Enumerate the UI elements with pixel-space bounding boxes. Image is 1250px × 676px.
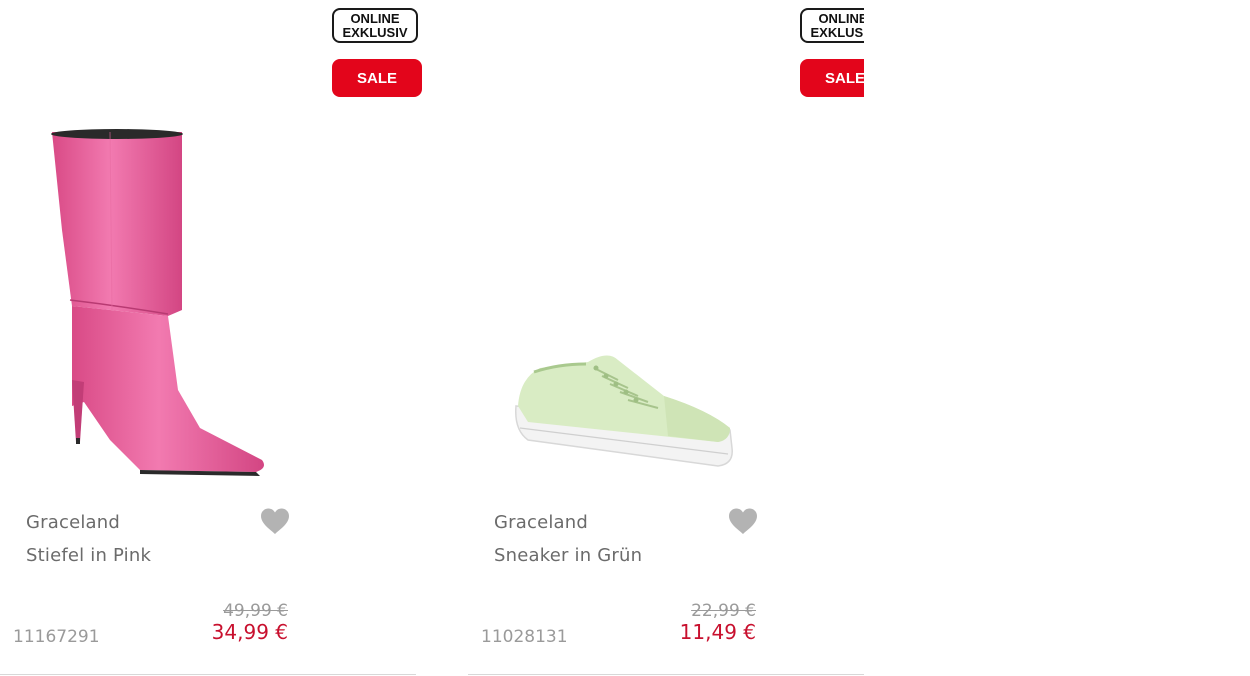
old-price: 49,99 € [223, 601, 288, 621]
old-price: 22,99 € [691, 601, 756, 621]
card-divider [468, 674, 864, 675]
sale-price: 11,49 € [679, 620, 756, 644]
product-brand[interactable]: Graceland [494, 512, 588, 533]
product-image[interactable] [468, 110, 768, 490]
product-image[interactable] [0, 110, 300, 490]
viewport: ONLINE EXKLUSIV SALE Graceland Stiefel i… [0, 0, 1250, 676]
badge-online-line2: EXKLUSIV [810, 24, 864, 40]
article-number: 11167291 [13, 627, 100, 647]
product-brand[interactable]: Graceland [26, 512, 120, 533]
online-exclusive-badge: ONLINE EXKLUSIV [332, 8, 418, 43]
heart-icon[interactable] [259, 507, 291, 535]
sale-badge: SALE [800, 59, 864, 97]
product-name[interactable]: Sneaker in Grün [494, 545, 642, 566]
article-number: 11028131 [481, 627, 568, 647]
online-exclusive-badge: ONLINE EXKLUSIV [800, 8, 864, 43]
sale-price: 34,99 € [211, 620, 288, 644]
product-card[interactable]: ONLINE EXKLUSIV SALE [468, 0, 864, 676]
product-name[interactable]: Stiefel in Pink [26, 545, 151, 566]
heart-icon[interactable] [727, 507, 759, 535]
product-card[interactable]: ONLINE EXKLUSIV SALE [0, 0, 422, 676]
badge-online-line1: ONLINE [818, 10, 864, 26]
sale-badge: SALE [332, 59, 422, 97]
badge-online-line1: ONLINE [350, 10, 400, 26]
card-divider [0, 674, 416, 675]
product-grid: ONLINE EXKLUSIV SALE Graceland Stiefel i… [0, 0, 864, 676]
badge-online-line2: EXKLUSIV [342, 24, 408, 40]
